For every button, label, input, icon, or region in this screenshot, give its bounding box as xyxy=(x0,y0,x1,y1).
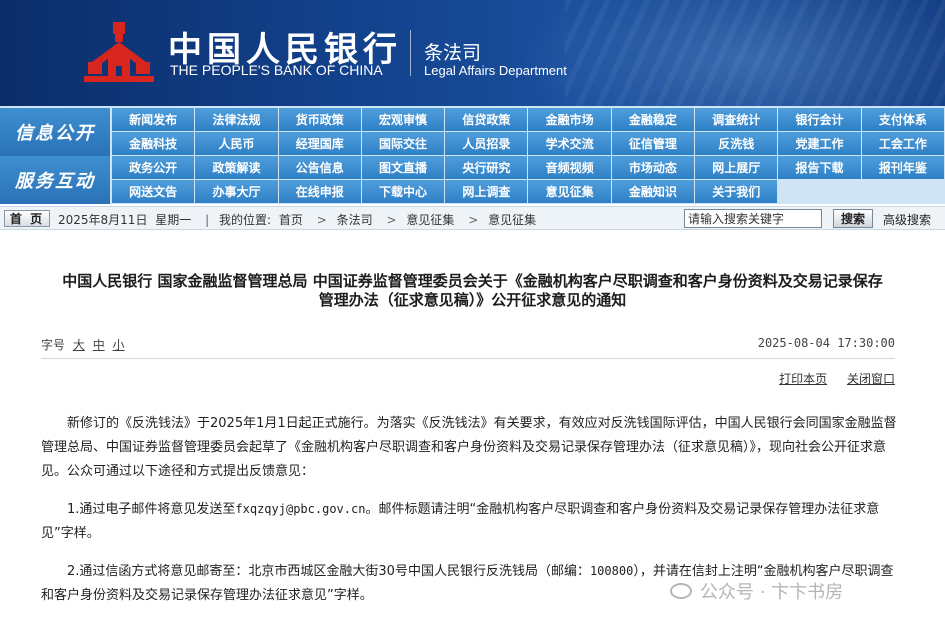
nav-item[interactable]: 报告下载 xyxy=(778,156,861,179)
search-input[interactable] xyxy=(684,209,822,228)
nav-item[interactable]: 网上调查 xyxy=(445,180,528,203)
nav-item[interactable]: 学术交流 xyxy=(528,132,611,155)
paragraph-email: 1.通过电子邮件将意见发送至fxqzqyj@pbc.gov.cn。邮件标题请注明… xyxy=(41,502,880,541)
font-size-small-link[interactable]: 小 xyxy=(113,338,125,352)
font-size-controls: 字号 大 中 小 xyxy=(41,338,125,352)
nav-item[interactable]: 图文直播 xyxy=(361,156,445,179)
nav-item[interactable]: 宏观审慎 xyxy=(361,108,445,131)
nav-item[interactable]: 征信管理 xyxy=(611,132,695,155)
nav-item[interactable]: 金融知识 xyxy=(611,180,695,203)
nav-item[interactable]: 人民币 xyxy=(195,132,278,155)
article-content: 中国人民银行 国家金融监督管理总局 中国证券监督管理委员会关于《金融机构客户尽职… xyxy=(0,232,945,628)
wechat-icon xyxy=(670,583,692,599)
nav-item[interactable]: 下载中心 xyxy=(361,180,445,203)
breadcrumb-link-opinion[interactable]: 意见征集 xyxy=(406,213,454,227)
nav-item[interactable]: 音频视频 xyxy=(528,156,611,179)
close-window-link[interactable]: 关闭窗口 xyxy=(847,372,895,386)
print-page-link[interactable]: 打印本页 xyxy=(779,372,827,386)
paragraph-intro: 新修订的《反洗钱法》于2025年1月1日起正式施行。为落实《反洗钱法》有关要求，… xyxy=(41,416,897,479)
nav-item[interactable]: 关于我们 xyxy=(695,180,778,203)
breadcrumb-link-dept[interactable]: 条法司 xyxy=(337,213,373,227)
article-meta: 字号 大 中 小 2025-08-04 17:30:00 xyxy=(41,336,895,352)
nav-item[interactable]: 货币政策 xyxy=(278,108,361,131)
article-title-line1: 中国人民银行 国家金融监督管理总局 中国证券监督管理委员会关于《金融机构客户尽职… xyxy=(62,272,883,290)
email-address: fxqzqyj@pbc.gov.cn xyxy=(235,502,366,516)
article-title-line2: 管理办法（征求意见稿）》公开征求意见的通知 xyxy=(318,291,627,309)
site-banner: 中国人民银行 THE PEOPLE'S BANK OF CHINA 条法司 Le… xyxy=(0,0,945,106)
font-size-medium-link[interactable]: 中 xyxy=(93,338,105,352)
nav-item[interactable]: 公告信息 xyxy=(278,156,361,179)
nav-grid-info: 新闻发布 法律法规 货币政策 宏观审慎 信贷政策 金融市场 金融稳定 调查统计 … xyxy=(112,108,945,156)
breadcrumb-link-current[interactable]: 意见征集 xyxy=(488,213,536,227)
nav-item[interactable]: 金融市场 xyxy=(528,108,611,131)
department-name-cn: 条法司 xyxy=(424,42,482,64)
nav-item[interactable]: 网送文告 xyxy=(112,180,195,203)
breadcrumb-bar: 首 页 2025年8月11日 星期一 | 我的位置: 首页 > 条法司 > 意见… xyxy=(0,206,945,230)
location-label: 我的位置: xyxy=(219,213,272,227)
nav-item[interactable]: 政务公开 xyxy=(112,156,195,179)
nav-item[interactable]: 意见征集 xyxy=(528,180,611,203)
nav-item[interactable]: 银行会计 xyxy=(778,108,861,131)
nav-item[interactable]: 金融科技 xyxy=(112,132,195,155)
meta-divider xyxy=(41,358,895,359)
nav-item[interactable]: 市场动态 xyxy=(611,156,695,179)
nav-item[interactable]: 信贷政策 xyxy=(445,108,528,131)
nav-item[interactable]: 央行研究 xyxy=(445,156,528,179)
nav-item[interactable]: 反洗钱 xyxy=(695,132,778,155)
nav-item[interactable]: 经理国库 xyxy=(278,132,361,155)
nav-item[interactable]: 在线申报 xyxy=(278,180,361,203)
wechat-watermark: 公众号 · 卞卞书房 xyxy=(670,578,843,604)
font-size-label: 字号 xyxy=(41,338,66,352)
nav-item[interactable]: 金融稳定 xyxy=(611,108,695,131)
nav-item[interactable]: 报刊年鉴 xyxy=(861,156,944,179)
article-title: 中国人民银行 国家金融监督管理总局 中国证券监督管理委员会关于《金融机构客户尽职… xyxy=(0,272,945,310)
nav-item[interactable]: 新闻发布 xyxy=(112,108,195,131)
nav-item[interactable]: 法律法规 xyxy=(195,108,278,131)
advanced-search-link[interactable]: 高级搜索 xyxy=(883,211,931,228)
nav-item[interactable]: 人员招录 xyxy=(445,132,528,155)
nav-section-service: 服务互动 xyxy=(0,156,110,204)
watermark-text: 公众号 · 卞卞书房 xyxy=(700,582,844,603)
nav-item[interactable]: 政策解读 xyxy=(195,156,278,179)
search-button[interactable]: 搜索 xyxy=(833,209,873,228)
current-date: 2025年8月11日 xyxy=(58,213,148,227)
nav-item[interactable]: 网上展厅 xyxy=(695,156,778,179)
bank-name-en: THE PEOPLE'S BANK OF CHINA xyxy=(170,62,383,78)
nav-item[interactable]: 调查统计 xyxy=(695,108,778,131)
department-name-en: Legal Affairs Department xyxy=(424,63,567,78)
nav-item[interactable]: 国际交往 xyxy=(361,132,445,155)
font-size-large-link[interactable]: 大 xyxy=(73,338,85,352)
pboc-emblem-icon xyxy=(84,22,154,82)
nav-item[interactable]: 党建工作 xyxy=(778,132,861,155)
home-button[interactable]: 首 页 xyxy=(4,210,50,227)
nav-item[interactable]: 工会工作 xyxy=(861,132,944,155)
nav-item[interactable]: 办事大厅 xyxy=(195,180,278,203)
current-weekday: 星期一 xyxy=(155,213,192,227)
nav-section-info-public: 信息公开 xyxy=(0,108,110,156)
main-navigation: 信息公开 新闻发布 法律法规 货币政策 宏观审慎 信贷政策 金融市场 金融稳定 … xyxy=(0,106,945,204)
nav-item[interactable]: 支付体系 xyxy=(861,108,944,131)
breadcrumb-link-home[interactable]: 首页 xyxy=(279,213,303,227)
publish-time: 2025-08-04 17:30:00 xyxy=(757,336,895,350)
postal-code: 100800 xyxy=(589,564,634,578)
banner-divider xyxy=(410,30,411,76)
breadcrumb: 2025年8月11日 星期一 | 我的位置: 首页 > 条法司 > 意见征集 >… xyxy=(58,213,537,227)
article-tools: 打印本页 关闭窗口 xyxy=(763,370,895,387)
nav-grid-service: 政务公开 政策解读 公告信息 图文直播 央行研究 音频视频 市场动态 网上展厅 … xyxy=(112,156,945,204)
banner-rays xyxy=(565,0,945,106)
